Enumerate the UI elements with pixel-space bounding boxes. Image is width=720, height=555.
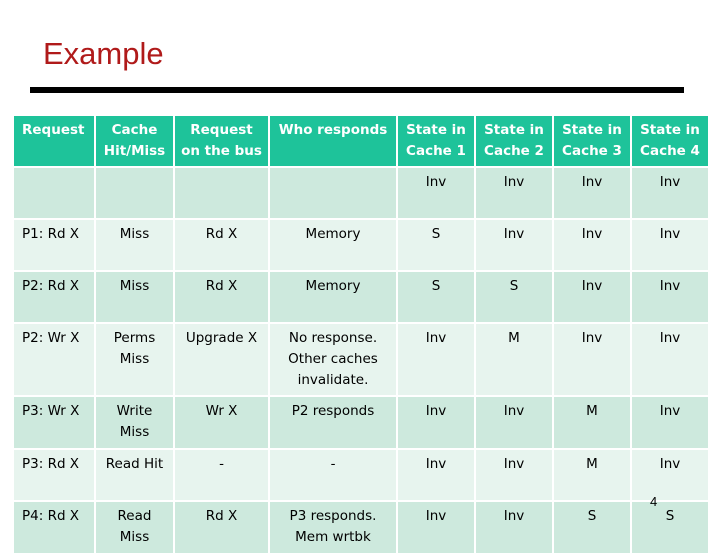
cell-state-cache-2: M — [476, 324, 552, 395]
cell-who-responds: - — [270, 450, 396, 500]
cell-state-cache-3: M — [554, 450, 630, 500]
cell-bus-request: Rd X — [175, 220, 268, 270]
cell-who-responds: P3 responds. Mem wrtbk — [270, 502, 396, 553]
cell-state-cache-1: Inv — [398, 168, 474, 218]
cell-state-cache-4: Inv — [632, 272, 708, 322]
table-row: P4: Rd X Read Miss Rd X P3 responds. Mem wrtb… — [14, 502, 708, 553]
coherence-table: Request Cache Hit/Miss Request on the bus … — [12, 114, 710, 555]
table-row: P1: Rd X Miss Rd X Memory S Inv Inv Inv — [14, 220, 708, 270]
cell-request: P2: Rd X — [14, 272, 94, 322]
cell-who-responds: Memory — [270, 220, 396, 270]
cell-state-cache-1: Inv — [398, 324, 474, 395]
cell-who-responds: No response. Other caches invalidate. — [270, 324, 396, 395]
cell-request — [14, 168, 94, 218]
table-row: P3: Wr X Write Miss Wr X P2 responds Inv Inv M I… — [14, 397, 708, 448]
cell-state-cache-3: Inv — [554, 220, 630, 270]
header-hit-miss: Cache Hit/Miss — [96, 116, 173, 166]
cell-hit-miss: Read Hit — [96, 450, 173, 500]
header-cache-2: State in Cache 2 — [476, 116, 552, 166]
cell-state-cache-1: S — [398, 272, 474, 322]
cell-who-responds: P2 responds — [270, 397, 396, 448]
cell-hit-miss: Perms Miss — [96, 324, 173, 395]
cell-bus-request: Rd X — [175, 272, 268, 322]
cell-state-cache-1: Inv — [398, 450, 474, 500]
cell-request: P3: Rd X — [14, 450, 94, 500]
slide-title: Example — [43, 36, 164, 71]
header-cache-3: State in Cache 3 — [554, 116, 630, 166]
cell-hit-miss — [96, 168, 173, 218]
cell-state-cache-2: Inv — [476, 397, 552, 448]
cell-state-cache-2: Inv — [476, 450, 552, 500]
table-row: P2: Wr X Perms Miss Upgrade X No response. Ot… — [14, 324, 708, 395]
cell-request: P2: Wr X — [14, 324, 94, 395]
table-row: P2: Rd X Miss Rd X Memory S S Inv Inv — [14, 272, 708, 322]
cell-state-cache-3: S — [554, 502, 630, 553]
cell-bus-request — [175, 168, 268, 218]
cell-who-responds — [270, 168, 396, 218]
cell-state-cache-1: Inv — [398, 502, 474, 553]
cell-bus-request: - — [175, 450, 268, 500]
header-request: Request — [14, 116, 94, 166]
cell-request: P4: Rd X — [14, 502, 94, 553]
cell-who-responds: Memory — [270, 272, 396, 322]
header-who-responds: Who responds — [270, 116, 396, 166]
cell-state-cache-4: Inv — [632, 168, 708, 218]
cell-state-cache-4: Inv — [632, 220, 708, 270]
cell-bus-request: Rd X — [175, 502, 268, 553]
cell-state-cache-4: Inv — [632, 450, 708, 500]
header-row: Request Cache Hit/Miss Request on the bus … — [14, 116, 708, 166]
header-cache-1: State in Cache 1 — [398, 116, 474, 166]
cell-state-cache-2: Inv — [476, 168, 552, 218]
cell-bus-request: Wr X — [175, 397, 268, 448]
cell-request: P3: Wr X — [14, 397, 94, 448]
cell-hit-miss: Miss — [96, 220, 173, 270]
cell-state-cache-2: Inv — [476, 502, 552, 553]
cell-state-cache-3: Inv — [554, 272, 630, 322]
table-row: Inv Inv Inv Inv — [14, 168, 708, 218]
cell-hit-miss: Read Miss — [96, 502, 173, 553]
cell-bus-request: Upgrade X — [175, 324, 268, 395]
cell-state-cache-3: Inv — [554, 324, 630, 395]
page-number: 4 — [650, 494, 658, 509]
cell-state-cache-1: S — [398, 220, 474, 270]
cell-state-cache-3: Inv — [554, 168, 630, 218]
cell-state-cache-4: Inv — [632, 397, 708, 448]
cell-hit-miss: Miss — [96, 272, 173, 322]
cell-state-cache-4: Inv — [632, 324, 708, 395]
title-underline — [30, 87, 684, 93]
cell-state-cache-2: S — [476, 272, 552, 322]
cell-state-cache-3: M — [554, 397, 630, 448]
cell-hit-miss: Write Miss — [96, 397, 173, 448]
cell-state-cache-4: S — [632, 502, 708, 553]
header-bus-request: Request on the bus — [175, 116, 268, 166]
cell-request: P1: Rd X — [14, 220, 94, 270]
cell-state-cache-2: Inv — [476, 220, 552, 270]
table-row: P3: Rd X Read Hit - - Inv Inv M Inv — [14, 450, 708, 500]
cell-state-cache-1: Inv — [398, 397, 474, 448]
header-cache-4: State in Cache 4 — [632, 116, 708, 166]
